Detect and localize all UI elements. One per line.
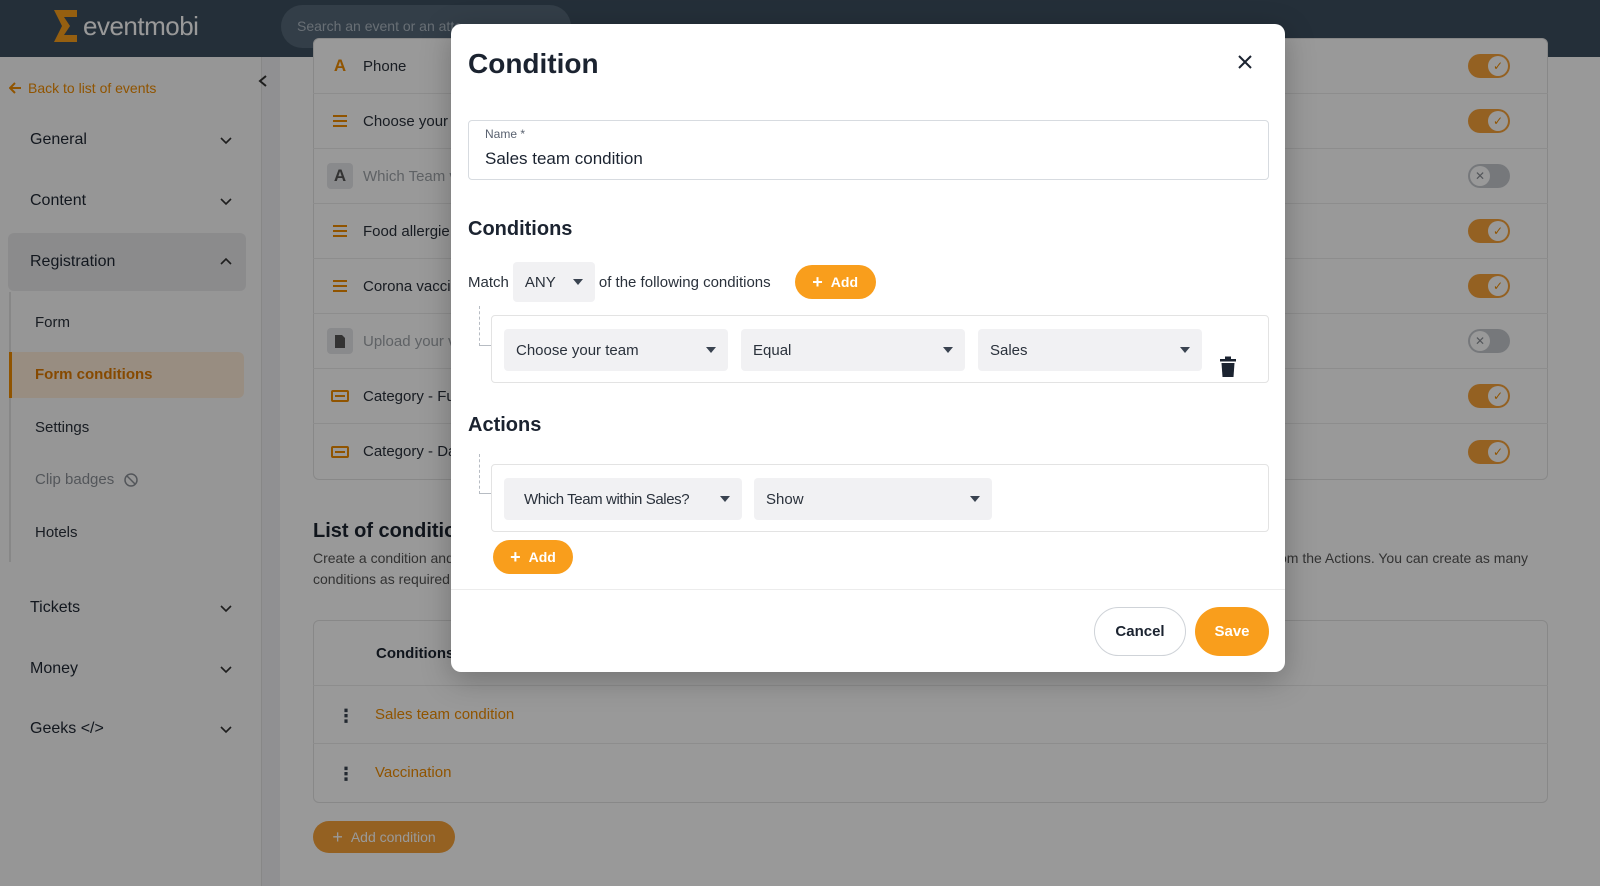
condition-value-select[interactable]: Sales — [978, 329, 1202, 371]
action-row: Which Team within Sales? Show — [491, 464, 1269, 532]
trash-icon[interactable] — [1219, 356, 1237, 378]
cancel-button[interactable]: Cancel — [1094, 607, 1186, 656]
condition-modal: Condition Name * Sales team condition Co… — [451, 24, 1285, 672]
caret-down-icon — [1180, 347, 1190, 353]
name-field-value: Sales team condition — [485, 149, 643, 168]
caret-down-icon — [720, 496, 730, 502]
condition-field-select[interactable]: Choose your team — [504, 329, 728, 371]
match-suffix: of the following conditions — [598, 273, 771, 291]
add-action-button[interactable]: + Add — [493, 540, 573, 574]
plus-icon: + — [510, 546, 521, 567]
modal-title: Condition — [468, 48, 599, 79]
tree-connector — [479, 306, 491, 346]
condition-value-value: Sales — [990, 341, 1028, 359]
close-icon[interactable] — [1231, 48, 1259, 76]
name-field-label: Name * — [485, 127, 526, 141]
name-field[interactable]: Name * Sales team condition — [468, 120, 1269, 180]
actions-section-title: Actions — [468, 414, 542, 436]
condition-rule-row: Choose your team Equal Sales — [491, 315, 1269, 383]
add-rule-button[interactable]: + Add — [794, 265, 876, 299]
add-rule-label: Add — [830, 274, 858, 290]
action-field-select[interactable]: Which Team within Sales? — [504, 478, 742, 520]
condition-field-value: Choose your team — [516, 341, 639, 359]
match-type-value: ANY — [524, 273, 556, 291]
action-field-value: Which Team within Sales? — [524, 490, 690, 508]
action-effect-value: Show — [766, 490, 804, 508]
modal-footer-divider — [451, 589, 1285, 590]
condition-operator-value: Equal — [753, 341, 792, 359]
caret-down-icon — [572, 279, 583, 285]
action-effect-select[interactable]: Show — [754, 478, 992, 520]
save-button[interactable]: Save — [1195, 607, 1269, 656]
match-row: Match ANY of the following conditions + … — [468, 262, 876, 302]
conditions-section-title: Conditions — [468, 218, 573, 240]
tree-connector — [479, 454, 491, 494]
condition-operator-select[interactable]: Equal — [741, 329, 965, 371]
caret-down-icon — [970, 496, 980, 502]
match-type-select[interactable]: ANY — [512, 262, 595, 302]
caret-down-icon — [706, 347, 716, 353]
match-prefix: Match — [468, 273, 509, 291]
add-action-label: Add — [528, 549, 556, 565]
caret-down-icon — [943, 347, 953, 353]
plus-icon: + — [812, 271, 823, 292]
